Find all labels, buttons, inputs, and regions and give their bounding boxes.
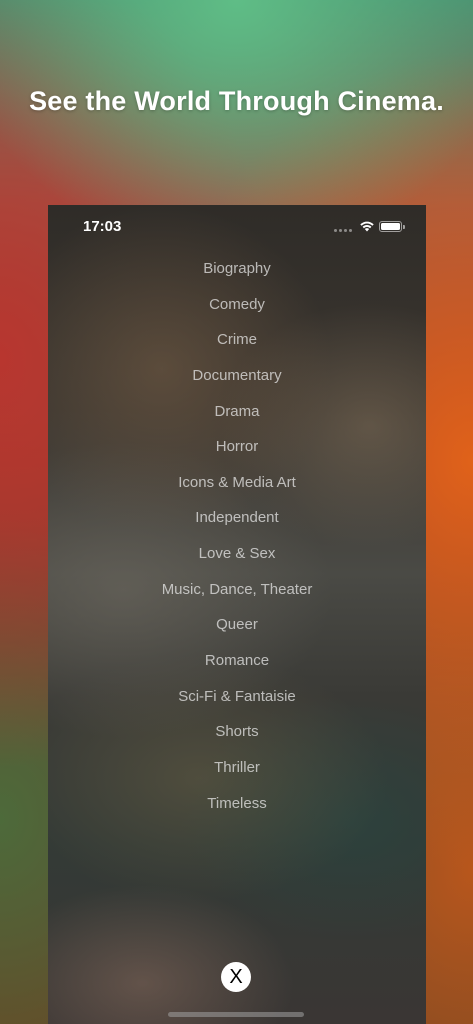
genre-item[interactable]: Crime bbox=[48, 322, 426, 358]
battery-icon bbox=[379, 221, 405, 232]
genre-item[interactable]: Documentary bbox=[48, 358, 426, 394]
genre-item[interactable]: Shorts bbox=[48, 714, 426, 750]
genre-item[interactable]: Sci-Fi & Fantaisie bbox=[48, 679, 426, 715]
status-icons bbox=[322, 220, 405, 234]
status-bar: 17:03 bbox=[48, 205, 426, 247]
genre-item[interactable]: Timeless bbox=[48, 786, 426, 822]
home-indicator[interactable] bbox=[168, 1012, 304, 1017]
genre-item[interactable]: Music, Dance, Theater bbox=[48, 572, 426, 608]
status-time: 17:03 bbox=[83, 218, 122, 235]
signal-icon bbox=[334, 228, 352, 232]
genre-item[interactable]: Horror bbox=[48, 429, 426, 465]
genre-item[interactable]: Comedy bbox=[48, 287, 426, 323]
genre-item[interactable]: Thriller bbox=[48, 750, 426, 786]
headline: See the World Through Cinema. bbox=[29, 86, 444, 116]
genre-item[interactable]: Icons & Media Art bbox=[48, 465, 426, 501]
genre-item[interactable]: Love & Sex bbox=[48, 536, 426, 572]
close-icon: X bbox=[229, 966, 243, 988]
genre-item[interactable]: Romance bbox=[48, 643, 426, 679]
phone-screenshot: 17:03 Biography Comedy Crime Documentary Dra… bbox=[48, 205, 426, 1024]
genre-item[interactable]: Independent bbox=[48, 500, 426, 536]
genre-item[interactable]: Biography bbox=[48, 251, 426, 287]
genre-item[interactable]: Drama bbox=[48, 394, 426, 430]
genre-list: Biography Comedy Crime Documentary Drama Horr… bbox=[48, 251, 426, 821]
close-button[interactable]: X bbox=[221, 962, 251, 992]
genre-item[interactable]: Queer bbox=[48, 607, 426, 643]
wifi-icon bbox=[360, 221, 374, 232]
